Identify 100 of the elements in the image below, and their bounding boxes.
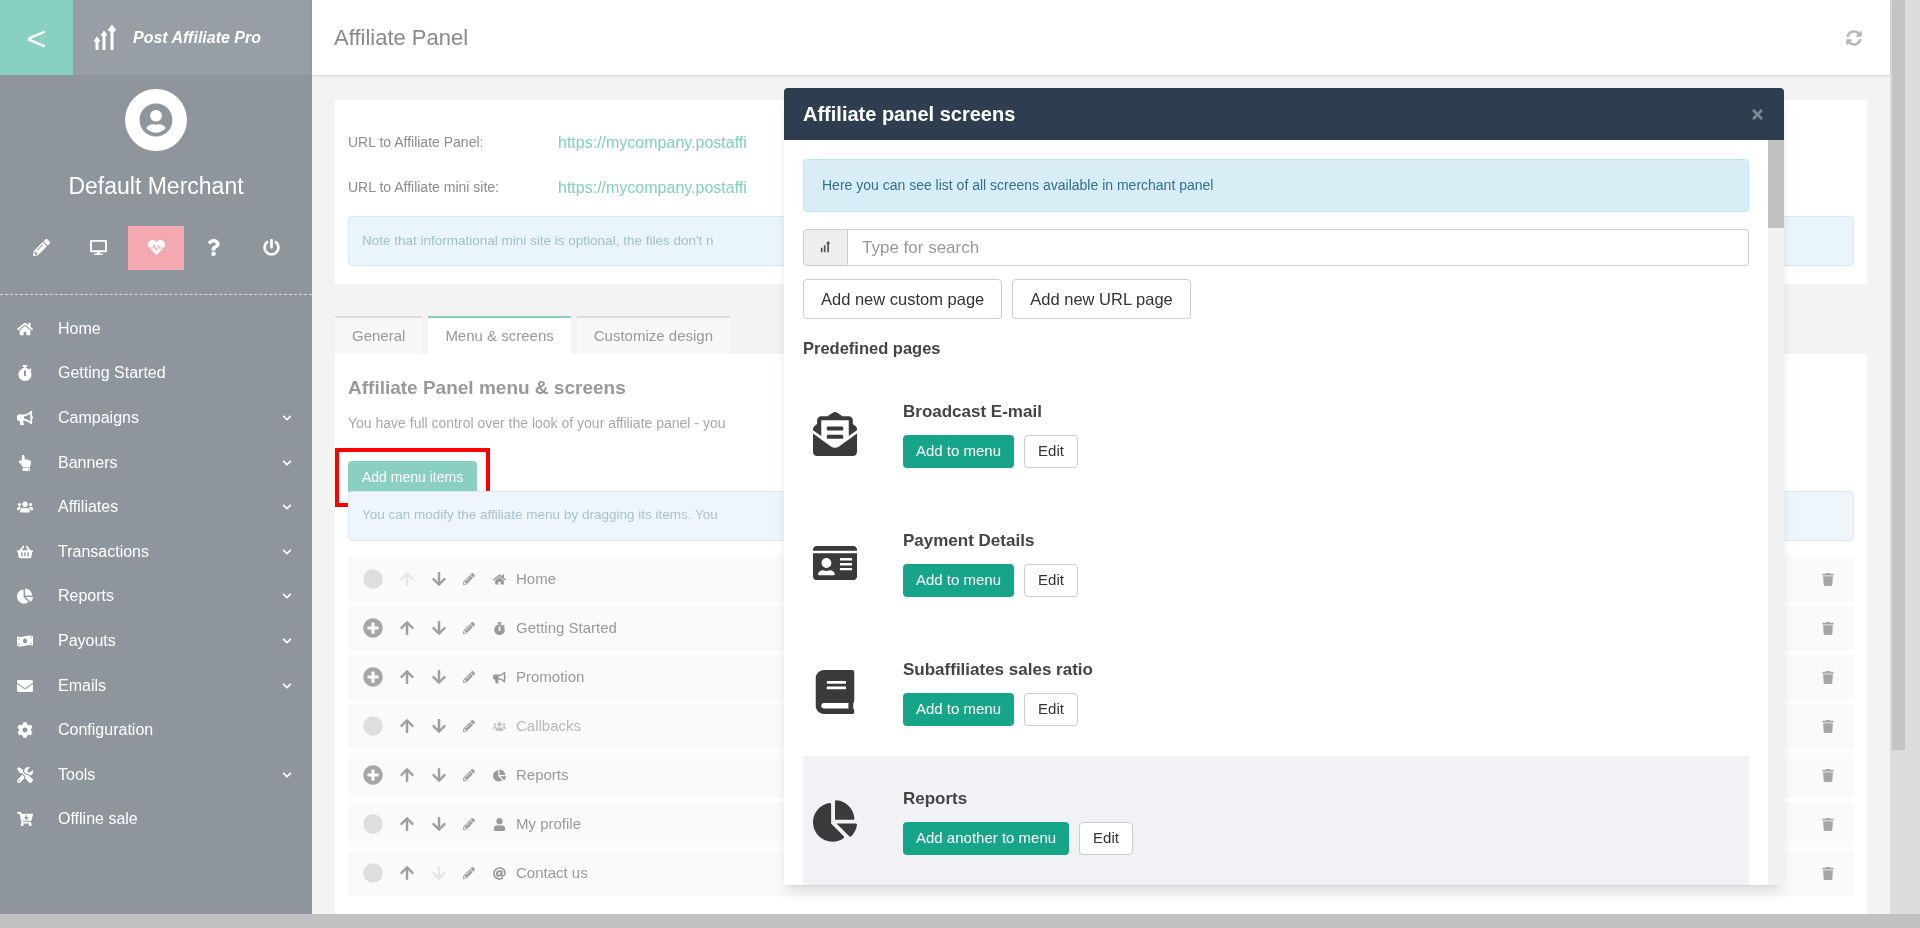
url-link[interactable]: https://mycompany.postaffi	[558, 175, 747, 200]
up-arrow-icon[interactable]	[400, 816, 414, 832]
menu-item-label: Promotion	[516, 666, 585, 687]
sidebar-item[interactable]: Banners	[0, 440, 312, 485]
user-icon	[493, 817, 506, 831]
scrollbar-thumb[interactable]	[1892, 0, 1905, 750]
down-arrow-icon[interactable]	[432, 571, 446, 587]
sidebar-item[interactable]: Emails	[0, 663, 312, 708]
sidebar-label: Banners	[58, 452, 119, 473]
power-icon	[262, 239, 280, 256]
add-to-menu-button[interactable]: Add another to menu	[903, 821, 1070, 855]
up-arrow-icon[interactable]	[400, 767, 414, 783]
down-arrow-icon[interactable]	[432, 816, 446, 832]
sidebar-item[interactable]: Reports	[0, 574, 312, 619]
home-icon	[17, 320, 33, 337]
down-arrow-icon[interactable]	[432, 620, 446, 636]
down-arrow-icon[interactable]	[432, 767, 446, 783]
edit-button[interactable]: Edit	[1024, 563, 1078, 597]
sidebar-label: Affiliates	[58, 497, 120, 518]
down-arrow-icon[interactable]	[432, 669, 446, 685]
menu-item-label: Contact us	[516, 862, 588, 883]
user-icon	[139, 103, 173, 137]
sidebar-item[interactable]: Getting Started	[0, 351, 312, 396]
quick-action-button[interactable]	[128, 225, 184, 270]
tab[interactable]: Menu & screens	[428, 316, 571, 354]
up-arrow-icon[interactable]	[400, 669, 414, 685]
trash-icon[interactable]	[1822, 866, 1834, 880]
page-title: Broadcast E-mail	[903, 401, 1043, 424]
sidebar-label: Reports	[58, 586, 116, 607]
page-title: Subaffiliates sales ratio	[903, 659, 1093, 682]
close-icon[interactable]	[1750, 106, 1765, 122]
trash-icon[interactable]	[1822, 572, 1834, 586]
brand-name: Post Affiliate Pro	[133, 27, 262, 48]
sidebar-label: Configuration	[58, 720, 155, 741]
add-icon[interactable]	[363, 618, 383, 638]
info-text: Here you can see list of all screens available in merchant panel	[822, 175, 1214, 195]
add-page-button[interactable]: Add new URL page	[1012, 279, 1191, 320]
sidebar-label: Campaigns	[58, 408, 140, 428]
user-name: Default Merchant	[68, 172, 244, 201]
sidebar-item[interactable]: Payouts	[0, 618, 312, 664]
sidebar-item[interactable]: Affiliates	[0, 484, 312, 530]
tab[interactable]: Customize design	[576, 316, 730, 354]
trash-icon[interactable]	[1822, 719, 1834, 733]
pencil-icon[interactable]	[463, 818, 475, 830]
refresh-icon[interactable]	[1846, 29, 1862, 46]
field-label: URL to Affiliate mini site:	[348, 178, 500, 197]
trash-icon[interactable]	[1822, 817, 1834, 831]
edit-button[interactable]: Edit	[1024, 434, 1078, 468]
pie-chart-icon	[813, 798, 857, 843]
menu-item-label: Getting Started	[516, 617, 617, 638]
edit-button[interactable]: Edit	[1079, 821, 1133, 855]
up-arrow-icon[interactable]	[400, 620, 414, 636]
pencil-icon[interactable]	[463, 671, 475, 683]
pencil-icon[interactable]	[463, 573, 475, 585]
hint-text: You can modify the affiliate menu by dragging its items. You	[362, 506, 718, 525]
sidebar-item[interactable]: Configuration	[0, 707, 312, 753]
add-icon[interactable]	[363, 765, 383, 785]
sidebar-item[interactable]: Tools	[0, 752, 312, 798]
sidebar-item[interactable]: Offline sale	[0, 797, 312, 842]
url-link[interactable]: https://mycompany.postaffi	[558, 130, 747, 155]
sidebar-label: Transactions	[58, 541, 150, 562]
pie-chart-icon	[17, 588, 33, 605]
megaphone-icon	[17, 410, 33, 426]
pencil-icon[interactable]	[463, 867, 475, 879]
up-arrow-icon[interactable]	[400, 865, 414, 881]
sidebar-item[interactable]: Campaigns	[0, 395, 312, 441]
menu-item-label: Home	[516, 568, 556, 589]
add-to-menu-button[interactable]: Add to menu	[903, 692, 1015, 726]
money-icon	[17, 632, 33, 649]
at-sign-icon	[493, 866, 506, 880]
sidebar-label: Getting Started	[58, 363, 167, 384]
add-menu-items-button[interactable]: Add menu items	[348, 460, 478, 494]
trash-icon[interactable]	[1822, 768, 1834, 782]
sidebar-item[interactable]: Transactions	[0, 529, 312, 575]
home-icon	[493, 572, 506, 586]
edit-button[interactable]: Edit	[1024, 692, 1078, 726]
stopwatch-icon	[493, 621, 506, 635]
tools-icon	[17, 766, 33, 783]
search-field[interactable]: Type for search	[848, 228, 1749, 267]
trash-icon[interactable]	[1822, 621, 1834, 635]
trash-icon[interactable]	[1822, 670, 1834, 684]
add-icon[interactable]	[363, 667, 383, 687]
pointing-hand-icon	[17, 454, 33, 471]
pie-chart-icon	[493, 768, 506, 782]
add-to-menu-button[interactable]: Add to menu	[903, 563, 1015, 597]
sidebar-item[interactable]: Home	[0, 306, 312, 352]
tab[interactable]: General	[335, 316, 423, 354]
pencil-icon[interactable]	[463, 769, 475, 781]
add-page-button[interactable]: Add new custom page	[803, 279, 1003, 320]
basket-icon	[17, 543, 33, 560]
section-title: Affiliate Panel menu & screens	[348, 376, 627, 400]
pencil-icon[interactable]	[463, 622, 475, 634]
note-text: Note that informational mini site is optional, the files don't n	[362, 231, 714, 250]
back-button[interactable]: <	[0, 0, 73, 75]
modal-title: Affiliate panel screens	[803, 102, 1016, 127]
scrollbar-thumb[interactable]	[1768, 140, 1784, 228]
add-to-menu-button[interactable]: Add to menu	[903, 434, 1015, 468]
book-icon	[813, 669, 857, 714]
gear-icon	[17, 722, 33, 739]
pencil-icon[interactable]	[463, 720, 475, 732]
